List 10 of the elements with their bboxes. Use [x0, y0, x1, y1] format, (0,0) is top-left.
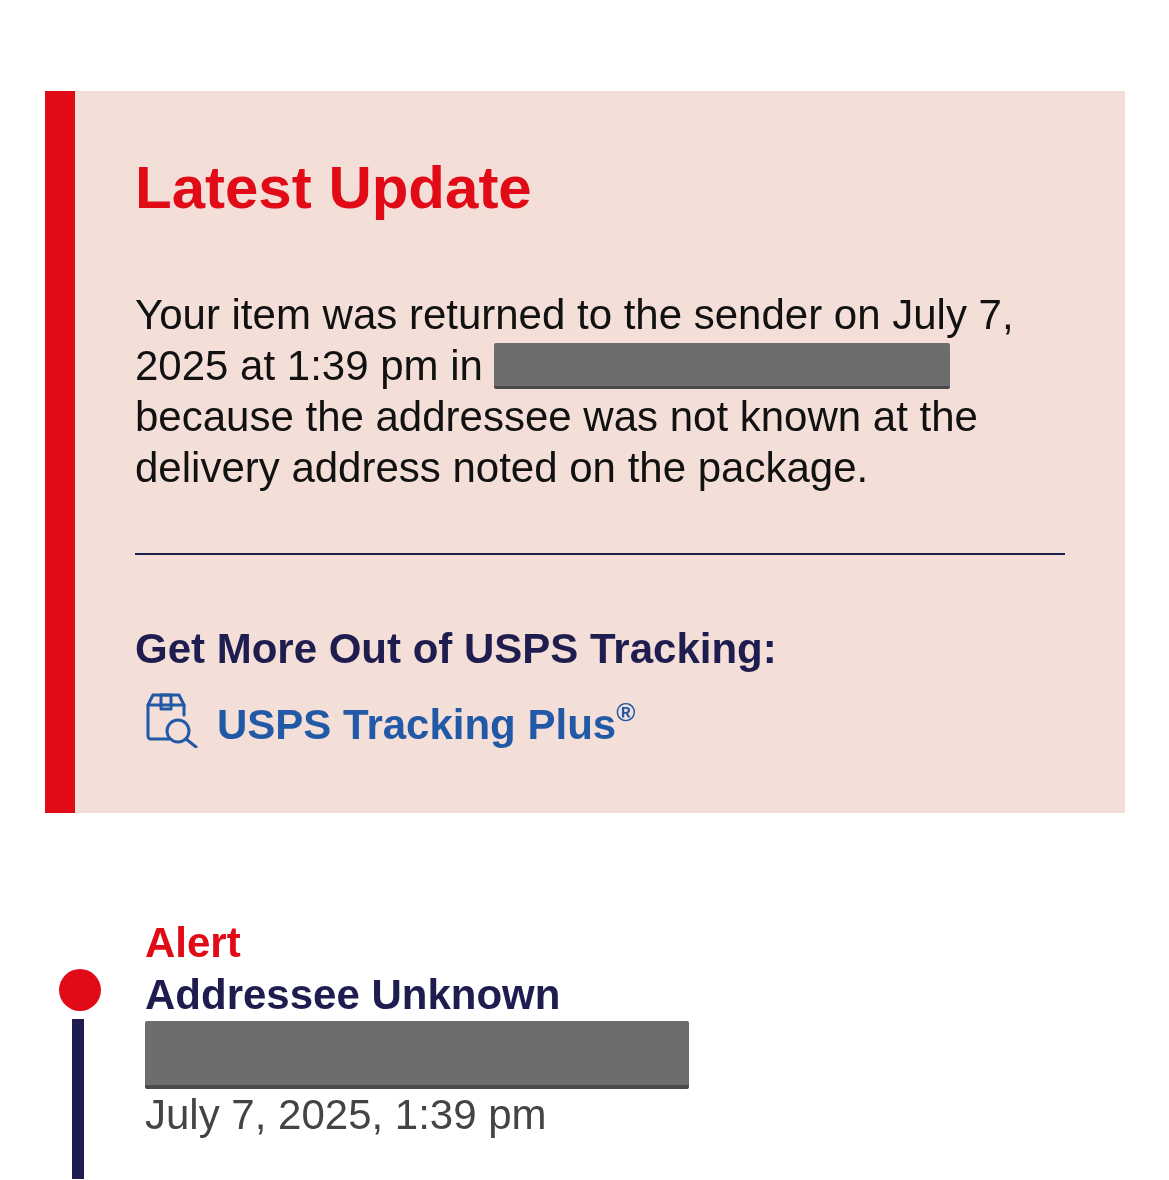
event-title: Addressee Unknown	[145, 970, 562, 1020]
package-search-icon[interactable]	[145, 692, 199, 748]
tracking-plus-link[interactable]: USPS Tracking Plus$^{®}$	[217, 698, 636, 750]
update-text: 2025 at 1:39 pm in	[135, 341, 483, 391]
event-status: Alert	[145, 918, 242, 968]
event-time: July 7, 2025, 1:39 pm	[145, 1090, 548, 1140]
update-text: because the addressee was not known at the delivery address noted on the package.	[135, 392, 979, 493]
update-text: Your item was returned to the sender on July 7,	[135, 290, 1014, 340]
promo-heading: Get More Out of USPS Tracking:	[135, 624, 778, 674]
update-title: Latest Update	[135, 153, 533, 222]
